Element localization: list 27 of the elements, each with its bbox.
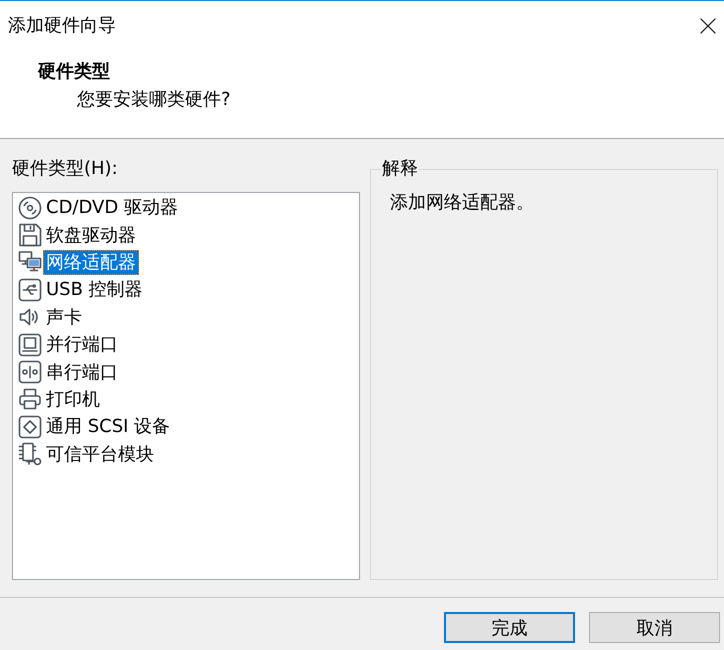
disc-icon (18, 196, 42, 220)
explanation-text: 添加网络适配器。 (390, 192, 534, 214)
chip-key-icon (18, 442, 42, 466)
header-subtitle: 您要安装哪类硬件? (77, 89, 231, 111)
monitors-icon (18, 250, 42, 274)
hardware-type-item[interactable]: 通用 SCSI 设备 (43, 414, 174, 440)
close-icon (700, 18, 716, 34)
cancel-button[interactable]: 取消 (589, 612, 720, 643)
usb-icon (18, 278, 42, 302)
list-label: 硬件类型(H): (12, 158, 118, 180)
parallel-port-icon (18, 332, 42, 357)
hardware-type-item[interactable]: USB 控制器 (43, 277, 146, 302)
hardware-type-item[interactable]: 并行端口 (43, 332, 121, 358)
serial-port-icon (18, 360, 42, 384)
hardware-type-item[interactable]: 串行端口 (43, 360, 121, 385)
hardware-type-item[interactable]: CD/DVD 驱动器 (43, 195, 181, 220)
hardware-type-item[interactable]: 声卡 (43, 304, 85, 330)
hardware-type-item[interactable]: 可信平台模块 (43, 442, 157, 467)
hardware-type-item[interactable]: 软盘驱动器 (43, 222, 139, 248)
header-title: 硬件类型 (38, 61, 110, 83)
hardware-type-item[interactable]: 网络适配器 (43, 250, 139, 275)
window-title: 添加硬件向导 (8, 14, 116, 36)
finish-button[interactable]: 完成 (444, 612, 575, 643)
group-title: 解释 (381, 158, 419, 180)
diamond-port-icon (18, 414, 42, 439)
printer-icon (18, 387, 42, 412)
hardware-type-item[interactable]: 打印机 (43, 386, 103, 412)
